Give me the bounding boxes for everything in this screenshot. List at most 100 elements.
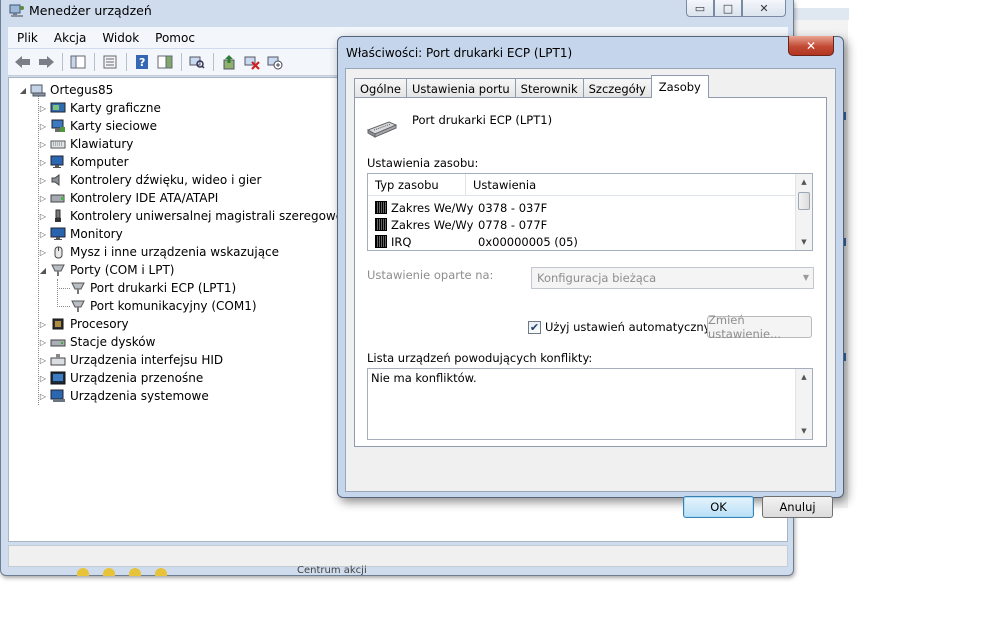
minimize-button[interactable]: ▭: [686, 0, 714, 17]
resource-setting: 0378 - 037F: [478, 200, 548, 215]
port-icon: [70, 281, 86, 295]
dialog-close-button[interactable]: ✕: [788, 36, 834, 56]
expand-icon[interactable]: ▷: [38, 355, 48, 365]
update-driver-icon[interactable]: [218, 52, 240, 72]
tree-item-label: Porty (COM i LPT): [70, 263, 175, 277]
tree-item[interactable]: ▷ Kontrolery uniwersalnej magistrali sze…: [38, 207, 347, 225]
expand-icon[interactable]: ▷: [38, 229, 48, 239]
expand-icon[interactable]: ▷: [38, 121, 48, 131]
collapse-icon[interactable]: ◢: [18, 85, 28, 95]
tab-general[interactable]: Ogólne: [354, 78, 407, 98]
tree-item[interactable]: ▷ Mysz i inne urządzenia wskazujące: [38, 243, 279, 261]
tree-item[interactable]: ▷ Klawiatury: [38, 135, 133, 153]
conflicts-scrollbar[interactable]: ▲ ▼: [795, 369, 812, 439]
resource-row[interactable]: Zakres We/Wy 0778 - 077F: [368, 216, 547, 233]
tree-child-lpt1[interactable]: Port drukarki ECP (LPT1): [70, 279, 236, 297]
tree-item[interactable]: ▷ Stacje dysków: [38, 333, 156, 351]
tree-item[interactable]: ▷ Monitory: [38, 225, 123, 243]
tree-item[interactable]: ▷ Karty sieciowe: [38, 117, 157, 135]
toolbar-separator: [94, 53, 95, 71]
show-hide-tree-icon[interactable]: [67, 52, 89, 72]
processor-icon: [50, 317, 66, 331]
tree-item[interactable]: ▷ Karty graficzne: [38, 99, 161, 117]
tree-item[interactable]: ▷ Kontrolery IDE ATA/ATAPI: [38, 189, 218, 207]
tab-resources[interactable]: Zasoby: [650, 75, 709, 98]
menu-akcja[interactable]: Akcja: [45, 31, 93, 45]
auto-settings-checkbox[interactable]: ✔ Użyj ustawień automatycznych: [528, 320, 724, 334]
based-on-select[interactable]: Konfiguracja bieżąca ▼: [531, 267, 814, 289]
expand-icon[interactable]: ▷: [38, 103, 48, 113]
device-manager-icon: [9, 4, 24, 17]
tree-item[interactable]: ▷ Urządzenia przenośne: [38, 369, 203, 387]
tree-connector: [57, 306, 70, 307]
maximize-button[interactable]: □: [714, 0, 742, 17]
cancel-button[interactable]: Anuluj: [762, 496, 833, 518]
expand-icon[interactable]: ▷: [38, 193, 48, 203]
expand-icon[interactable]: ▷: [38, 139, 48, 149]
tree-child-com1[interactable]: Port komunikacyjny (COM1): [70, 297, 257, 315]
menu-widok[interactable]: Widok: [93, 31, 146, 45]
disable-icon[interactable]: [264, 52, 286, 72]
close-button[interactable]: ✕: [742, 0, 786, 17]
tree-item-label: Kontrolery IDE ATA/ATAPI: [70, 191, 219, 205]
ok-button[interactable]: OK: [683, 496, 754, 518]
expand-icon[interactable]: ▷: [38, 319, 48, 329]
column-setting[interactable]: Ustawienia: [466, 174, 536, 195]
toolbar-separator: [181, 53, 182, 71]
uninstall-icon[interactable]: [241, 52, 263, 72]
tree-item-ports[interactable]: ◢ Porty (COM i LPT): [38, 261, 175, 279]
tree-item[interactable]: ▷ Komputer: [38, 153, 129, 171]
action-pane-icon[interactable]: [154, 52, 176, 72]
speaker-icon: [50, 173, 66, 187]
tree-item[interactable]: ▷ Procesory: [38, 315, 129, 333]
scroll-down-icon[interactable]: ▼: [796, 235, 812, 249]
tree-root[interactable]: ◢ Ortegus85: [18, 81, 113, 99]
back-icon[interactable]: [12, 52, 34, 72]
device-manager-titlebar[interactable]: Menedżer urządzeń ▭ □ ✕: [1, 0, 793, 24]
collapse-icon[interactable]: ◢: [38, 265, 48, 275]
scroll-up-icon[interactable]: ▲: [796, 175, 812, 189]
expand-icon[interactable]: ▷: [38, 247, 48, 257]
tab-driver[interactable]: Sterownik: [514, 78, 584, 98]
resource-chip-icon: [375, 218, 387, 231]
resource-list-scrollbar[interactable]: ▲ ▼: [795, 174, 812, 250]
forward-icon[interactable]: [35, 52, 57, 72]
help-icon[interactable]: ?: [131, 52, 153, 72]
change-setting-button[interactable]: Zmień ustawienie...: [707, 313, 812, 341]
tree-item[interactable]: ▷ Urządzenia systemowe: [38, 387, 209, 405]
tab-port-settings[interactable]: Ustawienia portu: [405, 78, 516, 98]
scan-hardware-icon[interactable]: [186, 52, 208, 72]
scroll-up-icon[interactable]: ▲: [796, 370, 812, 384]
checkmark-icon[interactable]: ✔: [528, 320, 541, 334]
tree-item[interactable]: ▷ Urządzenia interfejsu HID: [38, 351, 223, 369]
scroll-down-icon[interactable]: ▼: [796, 424, 812, 438]
resource-list[interactable]: Typ zasobu Ustawienia Zakres We/Wy 0378 …: [367, 173, 813, 251]
scroll-thumb[interactable]: [798, 192, 810, 210]
dialog-title[interactable]: Właściwości: Port drukarki ECP (LPT1): [346, 46, 572, 60]
tree-connector: [57, 279, 58, 307]
expand-icon[interactable]: ▷: [38, 157, 48, 167]
resource-setting: 0x00000005 (05): [478, 234, 578, 249]
tree-item-label: Monitory: [70, 227, 123, 241]
portable-device-icon: [50, 371, 66, 385]
tree-item-label: Stacje dysków: [70, 335, 156, 349]
resource-chip-icon: [375, 201, 387, 214]
conflicts-list[interactable]: Nie ma konfliktów. ▲ ▼: [367, 368, 813, 440]
expand-icon[interactable]: ▷: [38, 337, 48, 347]
expand-icon[interactable]: ▷: [38, 373, 48, 383]
tab-details[interactable]: Szczegóły: [582, 78, 652, 98]
resource-row[interactable]: Zakres We/Wy 0378 - 037F: [368, 199, 547, 216]
expand-icon[interactable]: ▷: [38, 175, 48, 185]
resource-row[interactable]: IRQ 0x00000005 (05): [368, 233, 578, 250]
monitor-icon: [50, 227, 66, 241]
menu-plik[interactable]: Plik: [8, 31, 45, 45]
expand-icon[interactable]: ▷: [38, 391, 48, 401]
properties-icon[interactable]: [99, 52, 121, 72]
tree-item-label: Urządzenia interfejsu HID: [70, 353, 224, 367]
expand-icon[interactable]: ▷: [38, 211, 48, 221]
tray-icon: [77, 568, 89, 576]
toolbar-separator: [62, 53, 63, 71]
column-resource-type[interactable]: Typ zasobu: [368, 174, 466, 195]
tree-item[interactable]: ▷ Kontrolery dźwięku, wideo i gier: [38, 171, 262, 189]
menu-pomoc[interactable]: Pomoc: [146, 31, 202, 45]
